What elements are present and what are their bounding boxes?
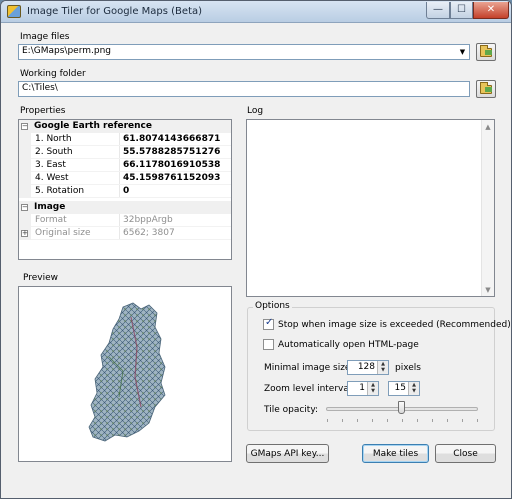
slider-tick <box>447 419 448 422</box>
property-row-north[interactable]: 1. North 61.8074143666871 <box>19 133 231 146</box>
image-files-label: Image files <box>20 32 70 42</box>
slider-tick <box>402 419 403 422</box>
working-folder-input[interactable]: C:\Tiles\ <box>18 81 470 97</box>
slider-tick <box>387 419 388 422</box>
spinner-arrows-icon[interactable]: ▲ ▼ <box>377 361 388 374</box>
property-name: Format <box>35 215 67 225</box>
zoom-from-value[interactable]: 1 <box>359 383 365 393</box>
property-name: 2. South <box>35 147 73 157</box>
scroll-down-icon[interactable]: ▼ <box>482 283 494 296</box>
preview-label: Preview <box>23 273 59 283</box>
minimal-image-size-label: Minimal image size: <box>264 363 354 373</box>
property-name: 1. North <box>35 134 72 144</box>
property-grid[interactable]: − Google Earth reference 1. North 61.807… <box>18 119 232 260</box>
title-bar[interactable]: Image Tiler for Google Maps (Beta) — ☐ ✕ <box>1 1 511 23</box>
properties-label: Properties <box>20 106 66 116</box>
slider-tick <box>372 419 373 422</box>
tile-opacity-slider-thumb[interactable] <box>398 401 405 414</box>
working-folder-label: Working folder <box>20 69 86 79</box>
slider-tick <box>342 419 343 422</box>
spinner-arrows-icon[interactable]: ▲ ▼ <box>367 382 378 395</box>
auto-open-html-label[interactable]: Automatically open HTML-page <box>278 340 419 350</box>
slider-tick <box>357 419 358 422</box>
property-row-east[interactable]: 3. East 66.1178016910538 <box>19 159 231 172</box>
zoom-to-value[interactable]: 15 <box>395 383 406 393</box>
slider-tick <box>477 419 478 422</box>
property-row-south[interactable]: 2. South 55.5788285751276 <box>19 146 231 159</box>
open-folder-icon <box>480 45 492 57</box>
app-window: Image Tiler for Google Maps (Beta) — ☐ ✕… <box>0 0 512 499</box>
log-label: Log <box>247 106 264 116</box>
close-button[interactable]: Close <box>435 444 496 463</box>
property-name: 5. Rotation <box>35 186 85 196</box>
property-row-west[interactable]: 4. West 45.1598761152093 <box>19 172 231 185</box>
collapse-icon[interactable]: − <box>21 204 28 211</box>
property-value: 6562; 3807 <box>123 228 175 238</box>
property-row-original-size[interactable]: + Original size 6562; 3807 <box>19 227 231 240</box>
dropdown-arrow-icon[interactable]: ▼ <box>456 45 469 59</box>
category-title: Google Earth reference <box>34 121 152 131</box>
working-folder-value: C:\Tiles\ <box>22 83 58 93</box>
property-value[interactable]: 0 <box>123 186 129 196</box>
zoom-level-interval-label: Zoom level interval: <box>264 384 355 394</box>
tile-opacity-label: Tile opacity: <box>264 405 319 415</box>
property-name: 4. West <box>35 173 69 183</box>
make-tiles-button[interactable]: Make tiles <box>362 444 429 463</box>
stop-when-exceeded-label[interactable]: Stop when image size is exceeded (Recomm… <box>278 320 511 330</box>
image-files-value: E:\GMaps\perm.png <box>22 46 111 56</box>
app-icon <box>7 5 21 18</box>
stop-when-exceeded-checkbox[interactable] <box>263 317 274 330</box>
open-folder-icon <box>480 82 492 94</box>
preview-panel <box>18 286 232 462</box>
log-scrollbar[interactable]: ▲ ▼ <box>481 120 494 296</box>
slider-tick <box>417 419 418 422</box>
property-value[interactable]: 66.1178016910538 <box>123 160 220 170</box>
property-name: 3. East <box>35 160 66 170</box>
image-files-combo[interactable]: E:\GMaps\perm.png ▼ <box>18 44 470 60</box>
pixels-unit-label: pixels <box>395 363 421 373</box>
property-value[interactable]: 45.1598761152093 <box>123 173 220 183</box>
zoom-from-stepper[interactable]: 1 ▲ ▼ <box>347 381 379 396</box>
zoom-to-stepper[interactable]: 15 ▲ ▼ <box>388 381 420 396</box>
category-title: Image <box>34 202 66 212</box>
property-row-format[interactable]: Format 32bppArgb <box>19 214 231 227</box>
property-row-rotation[interactable]: 5. Rotation 0 <box>19 185 231 198</box>
minimize-button[interactable]: — <box>426 2 450 19</box>
slider-tick <box>462 419 463 422</box>
map-preview-image <box>88 302 166 442</box>
slider-tick <box>327 419 328 422</box>
options-label: Options <box>253 301 292 311</box>
expand-icon[interactable]: + <box>21 230 28 237</box>
gmaps-api-key-button[interactable]: GMaps API key... <box>246 444 329 463</box>
collapse-icon[interactable]: − <box>21 123 28 130</box>
slider-tick <box>432 419 433 422</box>
close-window-button[interactable]: ✕ <box>473 2 509 19</box>
window-title: Image Tiler for Google Maps (Beta) <box>27 6 203 17</box>
scroll-up-icon[interactable]: ▲ <box>482 120 494 133</box>
log-textbox[interactable]: ▲ ▼ <box>246 119 495 297</box>
property-name: Original size <box>35 228 91 238</box>
category-image[interactable]: − Image <box>19 201 231 214</box>
minimal-image-size-stepper[interactable]: 128 ▲ ▼ <box>347 360 389 375</box>
browse-image-files-button[interactable] <box>476 43 496 61</box>
browse-working-folder-button[interactable] <box>476 80 496 98</box>
minimal-image-size-value[interactable]: 128 <box>358 362 375 372</box>
property-value[interactable]: 61.8074143666871 <box>123 134 220 144</box>
category-google-earth-reference[interactable]: − Google Earth reference <box>19 120 231 133</box>
property-value: 32bppArgb <box>123 215 173 225</box>
auto-open-html-checkbox[interactable] <box>263 339 274 350</box>
property-value[interactable]: 55.5788285751276 <box>123 147 220 157</box>
maximize-button[interactable]: ☐ <box>450 2 473 19</box>
spinner-arrows-icon[interactable]: ▲ ▼ <box>408 382 419 395</box>
